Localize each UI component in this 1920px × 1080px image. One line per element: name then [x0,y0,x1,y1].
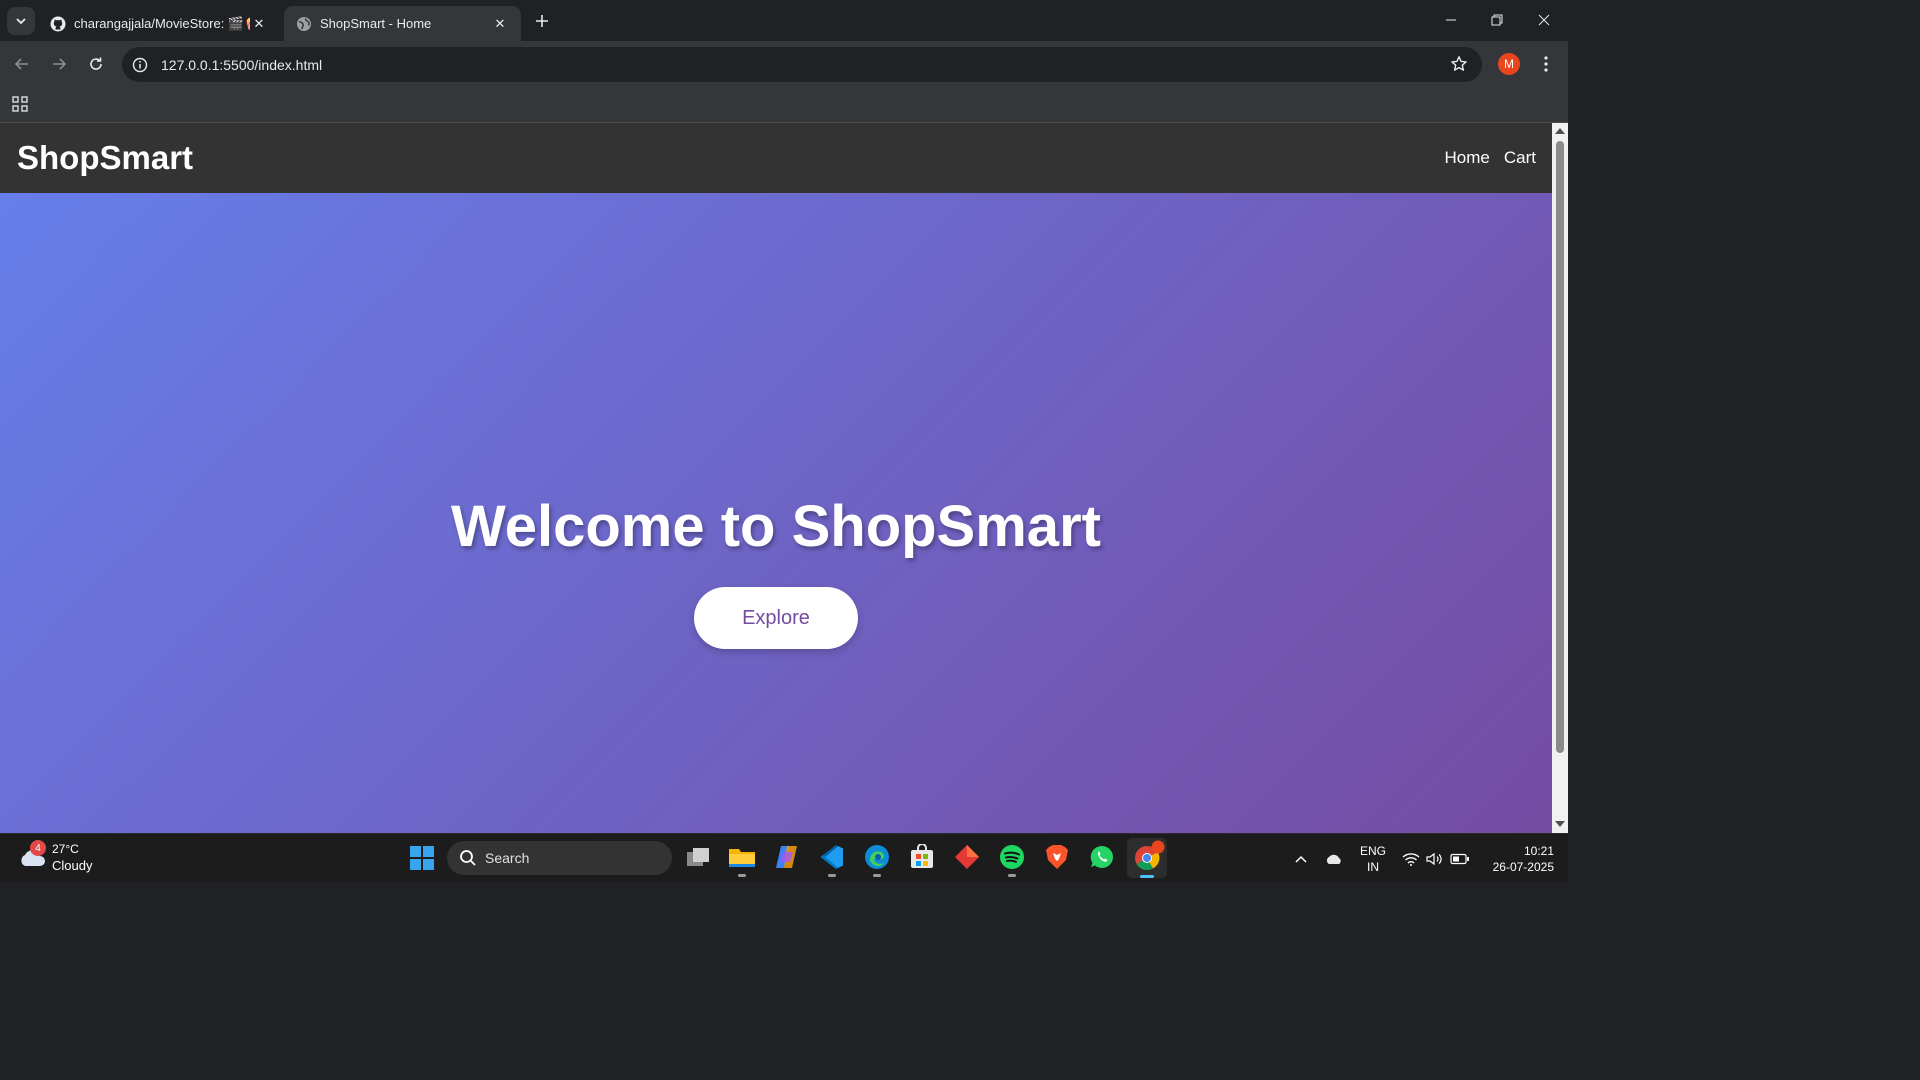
app-diamond-icon[interactable] [952,842,982,872]
restore-icon [1491,14,1503,26]
chevron-up-icon[interactable] [1290,834,1312,883]
microsoft-store-icon[interactable] [907,842,937,872]
reload-icon [90,57,102,70]
site-logo[interactable]: ShopSmart [17,139,193,177]
site-nav: Home Cart [1445,148,1536,168]
brave-icon[interactable] [1042,842,1072,872]
taskbar: 4 27°C Cloudy Search ENG IN 10:21 26-07-… [0,833,1568,882]
minimize-icon [1446,19,1456,21]
globe-icon [296,16,312,32]
battery-icon[interactable] [1448,834,1472,883]
explore-button[interactable]: Explore [694,587,858,649]
close-icon [1538,14,1550,26]
reload-button[interactable] [82,50,110,78]
plus-icon [536,15,548,27]
close-window-button[interactable] [1521,0,1567,40]
taskbar-search[interactable]: Search [447,841,672,875]
vscode-icon[interactable] [817,842,847,877]
file-explorer-icon[interactable] [727,842,757,877]
hero-section: Welcome to ShopSmart Explore [0,193,1552,833]
nav-link-cart[interactable]: Cart [1504,148,1536,168]
scroll-down-arrow-icon[interactable] [1555,821,1565,827]
page-scrollbar[interactable] [1552,123,1568,833]
restore-button[interactable] [1474,0,1520,40]
chevron-down-icon [16,18,26,25]
tab-search-button[interactable] [7,7,35,35]
address-bar[interactable]: 127.0.0.1:5500/index.html [122,47,1482,82]
weather-temperature: 27°C [52,842,79,856]
edge-icon[interactable] [862,842,892,877]
bookmark-star-icon[interactable] [1450,55,1468,73]
language-indicator[interactable]: ENG IN [1357,843,1389,875]
profile-avatar[interactable]: M [1498,53,1520,75]
site-header: ShopSmart Home Cart [0,123,1552,193]
close-icon[interactable]: ✕ [250,15,268,33]
onedrive-icon[interactable] [1322,834,1346,883]
start-button[interactable] [410,846,434,870]
tab-title: ShopSmart - Home [320,16,432,31]
spotify-icon[interactable] [997,842,1027,877]
whatsapp-icon[interactable] [1087,842,1117,872]
site-info-icon[interactable] [131,56,149,74]
system-clock[interactable]: 10:21 26-07-2025 [1478,843,1554,875]
wifi-icon[interactable] [1400,834,1422,883]
page-viewport: ShopSmart Home Cart Welcome to ShopSmart… [0,123,1552,833]
back-button[interactable] [8,50,36,78]
windows-logo-icon [410,846,421,857]
chrome-icon[interactable] [1127,838,1167,878]
forward-button[interactable] [45,50,73,78]
browser-toolbar: 127.0.0.1:5500/index.html M [0,41,1568,87]
search-icon [459,849,477,867]
apps-grid-icon[interactable] [11,95,29,113]
url-text[interactable]: 127.0.0.1:5500/index.html [161,57,322,73]
arrow-left-icon [14,58,28,70]
weather-condition: Cloudy [52,858,93,873]
copilot-icon[interactable] [772,842,802,872]
volume-icon[interactable] [1424,834,1446,883]
task-view-icon[interactable] [683,842,713,872]
github-icon [50,16,66,32]
tab-shopsmart[interactable]: ShopSmart - Home ✕ [284,6,521,41]
tab-strip: charangajjala/MovieStore: 🎬🍿 ✕ ShopSmart… [0,0,1568,41]
tab-moviestore[interactable]: charangajjala/MovieStore: 🎬🍿 ✕ [38,6,280,41]
menu-button[interactable] [1536,54,1556,74]
bookmarks-bar [0,87,1568,123]
arrow-right-icon [53,58,67,70]
weather-badge: 4 [30,840,46,856]
tab-title: charangajjala/MovieStore: 🎬🍿 [74,15,250,31]
search-placeholder: Search [485,850,530,866]
new-tab-button[interactable] [530,9,554,33]
close-icon[interactable]: ✕ [491,15,509,33]
profile-badge-icon [1151,840,1165,854]
scrollbar-thumb[interactable] [1556,141,1564,753]
minimize-button[interactable] [1428,0,1474,40]
weather-widget[interactable]: 4 27°C Cloudy [16,840,126,878]
scroll-up-arrow-icon[interactable] [1555,128,1565,134]
more-vertical-icon [1544,56,1548,72]
hero-title: Welcome to ShopSmart [451,494,1101,559]
nav-link-home[interactable]: Home [1445,148,1490,168]
